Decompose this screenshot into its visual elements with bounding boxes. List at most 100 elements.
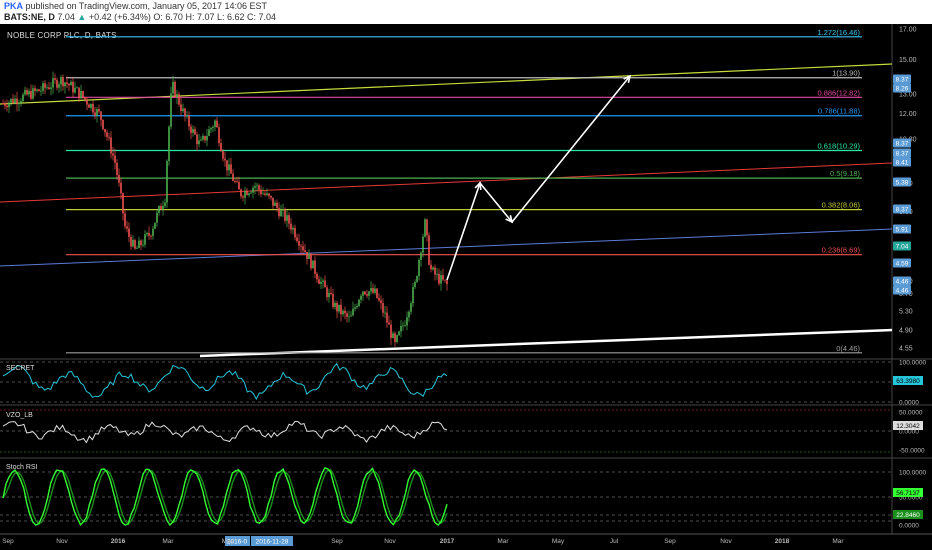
candle-body <box>440 275 442 284</box>
candle-body <box>352 308 354 316</box>
fib-level-label: 0.5(9.18) <box>830 169 861 178</box>
candle-body <box>64 82 66 87</box>
candle-body <box>416 276 418 282</box>
candle-body <box>84 97 86 100</box>
candle-body <box>354 307 356 309</box>
price-tag-text: 4.59 <box>896 260 909 267</box>
x-tick-label: Sep <box>331 538 343 545</box>
candle-body <box>288 215 290 224</box>
candle-body <box>42 83 44 91</box>
x-tick-label: 2018 <box>775 538 790 545</box>
candle-body <box>424 219 426 237</box>
candle-body <box>162 205 164 210</box>
candle-body <box>158 206 160 213</box>
price-tag-text: 8.37 <box>896 150 909 157</box>
candle-body <box>366 294 368 296</box>
candle-body <box>148 232 150 236</box>
candle-body <box>248 193 250 196</box>
candle-body <box>336 302 338 312</box>
fib-level-label: 0(4.46) <box>836 344 860 353</box>
candle-body <box>398 331 400 336</box>
candle-body <box>298 241 300 246</box>
candle-body <box>286 215 288 221</box>
candle-body <box>252 187 254 193</box>
secret-pane-label: SECRET <box>6 365 35 372</box>
vzo-y-tick: -50.0000 <box>899 448 925 455</box>
candle-body <box>20 101 22 103</box>
candle-body <box>236 181 238 183</box>
candle-body <box>94 112 96 116</box>
x-tick-label: May <box>222 538 235 545</box>
candle-body <box>260 189 262 195</box>
candle-body <box>422 236 424 253</box>
candle-body <box>394 333 396 342</box>
candle-body <box>432 267 434 270</box>
x-tick-label: Nov <box>384 538 396 545</box>
candle-body <box>308 254 310 260</box>
candle-body <box>16 98 18 105</box>
candle-body <box>46 87 48 89</box>
candle-body <box>194 129 196 135</box>
symbol-label: BATS:NE, D <box>4 12 55 22</box>
publish-info: PKA published on TradingView.com, Januar… <box>4 1 267 11</box>
secret-y-tick: 0.0000 <box>899 400 919 407</box>
candle-body <box>24 89 26 95</box>
candle-body <box>118 174 120 183</box>
candle-body <box>378 297 380 301</box>
candle-body <box>380 300 382 304</box>
x-tick-label: Mar <box>162 538 174 545</box>
last-price: 7.04 <box>57 12 75 22</box>
candle-body <box>206 135 208 141</box>
candle-body <box>166 161 168 203</box>
candle-body <box>338 304 340 312</box>
candle-body <box>374 288 376 293</box>
y-tick-label: 15.00 <box>899 57 917 64</box>
candle-body <box>154 222 156 229</box>
price-tag-text: 8.37 <box>896 206 909 213</box>
candle-body <box>2 103 4 105</box>
candle-body <box>412 286 414 304</box>
candle-body <box>14 98 16 104</box>
candle-body <box>224 158 226 161</box>
candle-body <box>150 235 152 237</box>
fib-level-label: 0.382(8.06) <box>822 201 861 210</box>
candle-body <box>442 275 444 280</box>
price-tag-text: 8.37 <box>896 76 909 83</box>
x-tick-label: Sep <box>664 538 676 545</box>
candle-body <box>98 109 100 112</box>
candle-body <box>254 186 256 188</box>
candle-body <box>12 98 14 104</box>
candle-body <box>208 129 210 136</box>
candle-body <box>172 81 174 94</box>
candle-body <box>136 248 138 249</box>
candle-body <box>326 287 328 298</box>
publish-text: published on TradingView.com, January 05… <box>25 1 268 11</box>
candle-body <box>292 227 294 230</box>
crosshair-date-label: 2016-11-28 <box>256 539 289 546</box>
trendline-green <box>0 63 893 105</box>
author-link[interactable]: PKA <box>4 1 23 11</box>
candle-body <box>320 281 322 284</box>
vzo-series-line <box>2 420 448 444</box>
chart-canvas[interactable]: 17.0015.0013.0012.0010.809.008.006.005.7… <box>0 24 932 550</box>
candle-body <box>396 335 398 342</box>
candle-body <box>96 109 98 116</box>
candle-body <box>356 306 358 308</box>
candle-body <box>100 111 102 120</box>
x-tick-label: 2016 <box>111 538 126 545</box>
candle-body <box>364 291 366 295</box>
candle-body <box>186 115 188 117</box>
vzo-pane-label: VZO_LB <box>6 412 33 419</box>
candle-body <box>10 98 12 103</box>
candle-body <box>318 279 320 284</box>
candle-body <box>188 115 190 127</box>
secret-series-line <box>2 362 448 401</box>
publish-header: PKA published on TradingView.com, Januar… <box>0 0 932 24</box>
price-tag-text: 8.26 <box>896 85 909 92</box>
candle-body <box>444 279 446 281</box>
candle-body <box>146 232 148 235</box>
candle-body <box>74 87 76 93</box>
candle-body <box>28 91 30 95</box>
candle-body <box>390 324 392 338</box>
candle-body <box>168 126 170 162</box>
